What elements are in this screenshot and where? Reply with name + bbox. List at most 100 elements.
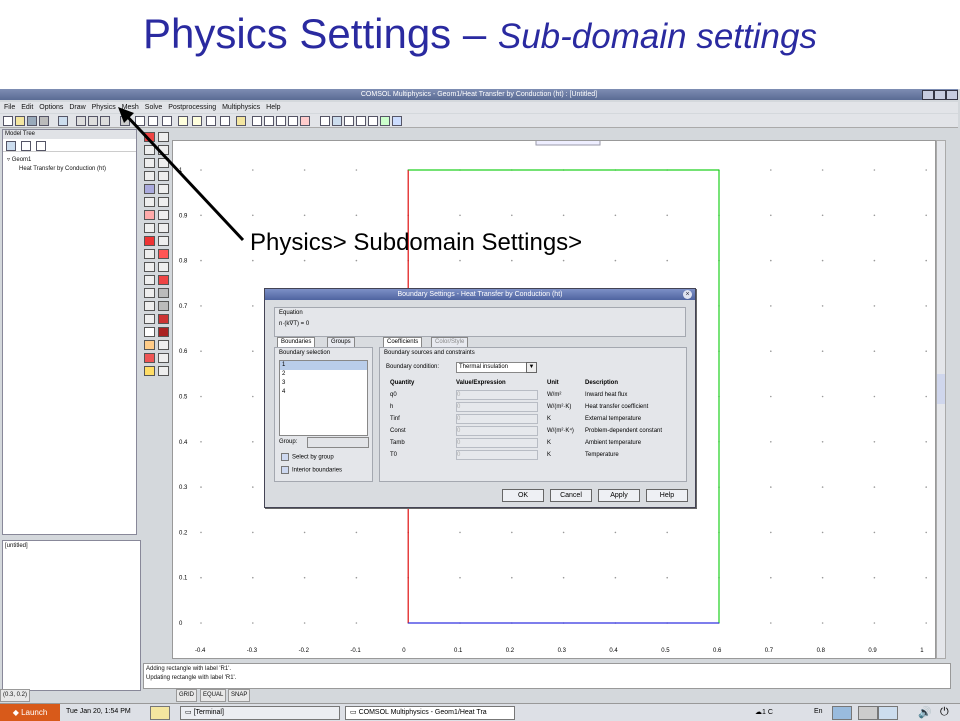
tree-list-icon[interactable] bbox=[20, 141, 31, 151]
zoom-in-icon[interactable] bbox=[252, 116, 262, 126]
tray-monitor-icon[interactable] bbox=[878, 706, 898, 720]
menu-draw[interactable]: Draw bbox=[69, 102, 85, 113]
task-comsol[interactable]: ▭ COMSOL Multiphysics - Geom1/Heat Tra bbox=[345, 706, 515, 720]
shape-g-icon[interactable] bbox=[158, 314, 169, 324]
list-item[interactable]: 2 bbox=[280, 370, 367, 379]
tray-network-icon[interactable] bbox=[858, 706, 878, 720]
subdomain-mode-icon[interactable] bbox=[135, 116, 145, 126]
value-input[interactable]: 0 bbox=[456, 402, 538, 412]
circle-icon[interactable] bbox=[144, 210, 155, 220]
mesh-refine-icon[interactable] bbox=[192, 116, 202, 126]
shape-k-icon[interactable] bbox=[158, 366, 169, 376]
value-input[interactable]: 0 bbox=[456, 450, 538, 460]
boundary-condition-select[interactable]: Thermal insulation bbox=[456, 362, 528, 373]
shape-d-icon[interactable] bbox=[158, 275, 169, 285]
point-icon[interactable] bbox=[144, 171, 155, 181]
rect-outline-icon[interactable] bbox=[158, 158, 169, 168]
group-select[interactable] bbox=[307, 437, 369, 448]
select-by-group-checkbox[interactable]: Select by group bbox=[281, 453, 334, 461]
plot-icon[interactable] bbox=[236, 116, 246, 126]
value-input[interactable]: 0 bbox=[456, 438, 538, 448]
shape-j-icon[interactable] bbox=[158, 353, 169, 363]
shape-h-icon[interactable] bbox=[158, 327, 169, 337]
grid-icon[interactable] bbox=[344, 116, 354, 126]
chevron-down-icon[interactable]: ▼ bbox=[526, 362, 537, 373]
zoom-out-icon[interactable] bbox=[264, 116, 274, 126]
box-icon[interactable] bbox=[158, 171, 169, 181]
new-file-icon[interactable] bbox=[3, 116, 13, 126]
rotate-icon[interactable] bbox=[144, 340, 155, 350]
triangle-outline-icon[interactable] bbox=[158, 145, 169, 155]
rectangle-icon[interactable] bbox=[144, 145, 155, 155]
tab-color-style[interactable]: Color/Style bbox=[431, 337, 469, 347]
tree-detail-icon[interactable] bbox=[35, 141, 46, 151]
close-button[interactable] bbox=[946, 90, 958, 100]
value-input[interactable]: 0 bbox=[456, 390, 538, 400]
coerce-icon[interactable] bbox=[144, 275, 155, 285]
interior-boundaries-checkbox[interactable]: Interior boundaries bbox=[281, 466, 342, 474]
volume-icon[interactable]: 🔊 bbox=[918, 706, 932, 719]
open-file-icon[interactable] bbox=[15, 116, 25, 126]
print-icon[interactable] bbox=[39, 116, 49, 126]
menu-file[interactable]: File bbox=[4, 102, 15, 113]
shape-i-icon[interactable] bbox=[158, 340, 169, 350]
boundary-mode-icon[interactable] bbox=[148, 116, 158, 126]
model-tree-icon[interactable] bbox=[58, 116, 68, 126]
omega-icon[interactable] bbox=[356, 116, 366, 126]
save-icon[interactable] bbox=[27, 116, 37, 126]
help-icon[interactable] bbox=[392, 116, 402, 126]
scale-icon[interactable] bbox=[144, 353, 155, 363]
paste-icon[interactable] bbox=[100, 116, 110, 126]
intersection-icon[interactable] bbox=[144, 249, 155, 259]
vertical-scroll-thumb[interactable] bbox=[937, 374, 945, 404]
shape-e-icon[interactable] bbox=[158, 288, 169, 298]
language-indicator[interactable]: En bbox=[814, 708, 823, 715]
equal-toggle[interactable]: EQUAL bbox=[200, 689, 227, 702]
suppress-icon[interactable] bbox=[320, 116, 330, 126]
menu-mesh[interactable]: Mesh bbox=[122, 102, 139, 113]
value-input[interactable]: 0 bbox=[456, 414, 538, 424]
hourglass-icon[interactable] bbox=[158, 197, 169, 207]
pyramid-icon[interactable] bbox=[158, 223, 169, 233]
undo-icon[interactable] bbox=[120, 116, 130, 126]
help-button[interactable]: Help bbox=[646, 489, 688, 502]
launch-button[interactable]: ◆ Launch bbox=[0, 704, 60, 721]
minimize-button[interactable] bbox=[922, 90, 934, 100]
bezier-icon[interactable] bbox=[144, 223, 155, 233]
tree-view-icon[interactable] bbox=[6, 141, 16, 151]
difference-icon[interactable] bbox=[144, 262, 155, 272]
shape-b-icon[interactable] bbox=[158, 249, 169, 259]
grid-toggle[interactable]: GRID bbox=[176, 689, 197, 702]
boundary-list[interactable]: 1 2 3 4 bbox=[279, 360, 368, 436]
tab-groups[interactable]: Groups bbox=[327, 337, 355, 347]
zoom-window-icon[interactable] bbox=[276, 116, 286, 126]
horizontal-scroll-thumb[interactable] bbox=[535, 136, 601, 146]
ellipse-icon[interactable] bbox=[144, 158, 155, 168]
vertical-scrollbar[interactable] bbox=[936, 140, 946, 659]
draw-mode-icon[interactable] bbox=[144, 132, 155, 142]
menu-physics[interactable]: Physics bbox=[92, 102, 116, 113]
cancel-button[interactable]: Cancel bbox=[550, 489, 592, 502]
tab-boundaries[interactable]: Boundaries bbox=[277, 337, 316, 347]
line-icon[interactable] bbox=[144, 184, 155, 194]
copy-icon[interactable] bbox=[88, 116, 98, 126]
menu-help[interactable]: Help bbox=[266, 102, 280, 113]
array-icon[interactable] bbox=[144, 301, 155, 311]
tree-node-geom1[interactable]: ▿ Geom1 bbox=[7, 156, 132, 165]
menu-options[interactable]: Options bbox=[39, 102, 63, 113]
copy-object-icon[interactable] bbox=[144, 314, 155, 324]
cone-icon[interactable] bbox=[158, 210, 169, 220]
shape-f-icon[interactable] bbox=[158, 301, 169, 311]
mirror-icon[interactable] bbox=[144, 366, 155, 376]
dialog-close-icon[interactable]: × bbox=[683, 290, 692, 299]
mesh-mode-icon[interactable] bbox=[206, 116, 216, 126]
menu-multiphysics[interactable]: Multiphysics bbox=[222, 102, 260, 113]
menu-solve[interactable]: Solve bbox=[145, 102, 163, 113]
list-item[interactable]: 3 bbox=[280, 379, 367, 388]
refresh-icon[interactable] bbox=[380, 116, 390, 126]
apply-button[interactable]: Apply bbox=[598, 489, 640, 502]
zoom-extents-icon[interactable] bbox=[288, 116, 298, 126]
solve-icon[interactable] bbox=[220, 116, 230, 126]
shape-a-icon[interactable] bbox=[158, 236, 169, 246]
mesh-init-icon[interactable] bbox=[178, 116, 188, 126]
